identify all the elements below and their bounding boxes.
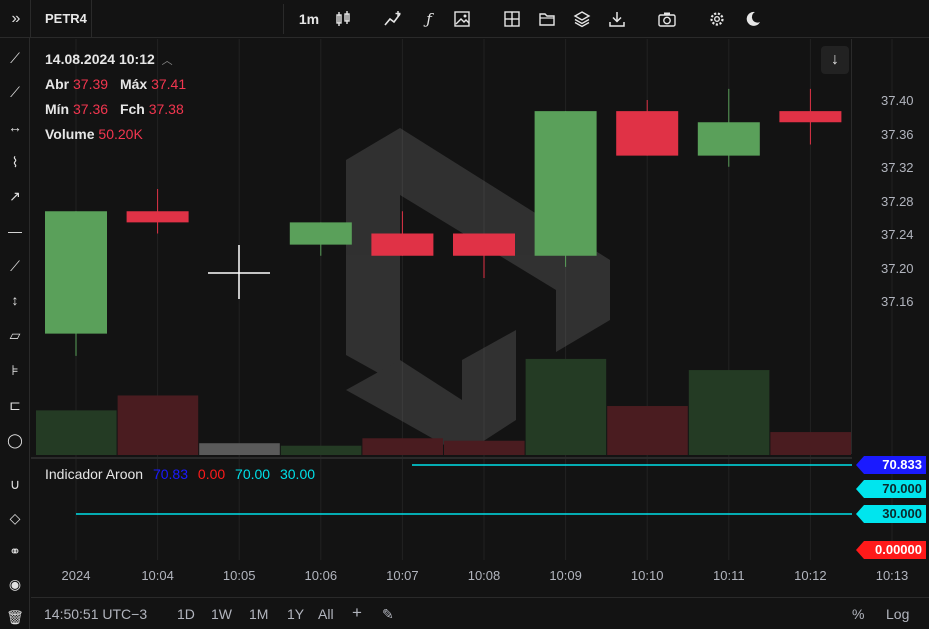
legend-volume: Volume 50.20K xyxy=(45,126,143,142)
candle-body xyxy=(126,211,189,223)
price-tick-label: 37.36 xyxy=(881,126,914,142)
price-tick-label: 37.32 xyxy=(881,160,914,175)
volume-label: Volume xyxy=(45,126,95,142)
indicator-name: Indicador Aroon xyxy=(45,466,144,482)
legend-ohlc-row1: Abr 37.39 Máx 37.41 xyxy=(45,76,186,92)
price-tick-label: 37.20 xyxy=(881,260,914,276)
arrow-down-icon: ↓ xyxy=(831,51,839,68)
aroon-down-tag: 0.00000 xyxy=(856,541,926,559)
range-1d[interactable]: 1D xyxy=(177,606,195,622)
bottom-toolbar: 14:50:51 UTC−3 1D 1W 1M 1Y All + ✎ % Log xyxy=(31,597,929,629)
aroon-level-low: 30.00 xyxy=(279,466,316,482)
candle-body xyxy=(371,233,434,256)
legend-datetime-text: 14.08.2024 10:12 xyxy=(45,51,155,67)
time-tick-label: 10:07 xyxy=(386,568,419,583)
volume-bar xyxy=(36,410,117,455)
candle-body xyxy=(453,233,515,256)
chevron-up-icon[interactable]: ︿ xyxy=(162,55,173,67)
time-tick-label: 10:08 xyxy=(467,568,501,583)
volume-bar xyxy=(444,440,525,455)
legend-datetime: 14.08.2024 10:12 ︿ xyxy=(45,51,173,68)
volume-bar xyxy=(607,406,688,455)
high-value: 37.41 xyxy=(151,76,187,92)
open-value: 37.39 xyxy=(73,76,109,92)
scroll-to-realtime-button[interactable]: ↓ xyxy=(821,46,849,74)
log-toggle[interactable]: Log xyxy=(886,606,909,622)
chart-canvas[interactable] xyxy=(0,0,929,629)
open-label: Abr xyxy=(45,76,70,92)
low-value: 37.36 xyxy=(73,101,109,117)
price-axis-divider xyxy=(851,39,852,454)
time-tick-label: 10:13 xyxy=(875,568,909,583)
volume-bar xyxy=(199,443,280,455)
price-tick-label: 37.24 xyxy=(881,227,914,242)
range-1w[interactable]: 1W xyxy=(211,606,232,622)
candle-body xyxy=(534,111,597,256)
range-1y[interactable]: 1Y xyxy=(287,606,304,622)
level-70-tag: 70.000 xyxy=(856,480,926,498)
volume-bar xyxy=(525,358,607,455)
volume-bar xyxy=(117,395,199,455)
clock[interactable]: 14:50:51 UTC−3 xyxy=(44,606,147,622)
volume-bar xyxy=(688,370,770,455)
add-range-button[interactable]: + xyxy=(352,603,362,623)
close-label: Fch xyxy=(119,101,145,117)
level-30-tag: 30.000 xyxy=(856,505,926,523)
time-tick-label: 10:04 xyxy=(141,568,174,583)
price-tick-label: 37.16 xyxy=(881,294,914,309)
volume-bar xyxy=(280,445,362,455)
high-label: Máx xyxy=(119,76,148,92)
volume-bar xyxy=(362,438,443,455)
time-tick-label: 2024 xyxy=(61,568,91,583)
pencil-icon[interactable]: ✎ xyxy=(382,606,394,623)
legend-ohlc-row2: Mín 37.36 Fch 37.38 xyxy=(45,101,184,117)
range-all[interactable]: All xyxy=(318,606,334,622)
time-tick-label: 10:11 xyxy=(713,568,745,583)
price-tick-label: 37.28 xyxy=(881,193,914,209)
price-tick-label: 37.40 xyxy=(881,93,914,108)
aroon-down-value: 0.00 xyxy=(197,466,226,482)
candle-body xyxy=(289,222,352,245)
volume-value: 50.20K xyxy=(98,126,143,142)
time-tick-label: 10:06 xyxy=(304,568,338,583)
time-tick-label: 10:05 xyxy=(222,568,256,583)
candle-body xyxy=(616,111,679,156)
candle-body xyxy=(45,211,107,334)
indicator-legend: Indicador Aroon 70.83 0.00 70.00 30.00 xyxy=(45,466,315,482)
aroon-up-value: 70.83 xyxy=(152,466,189,482)
percent-toggle[interactable]: % xyxy=(852,606,864,622)
aroon-level-high: 70.00 xyxy=(235,466,271,482)
volume-bar xyxy=(770,432,851,455)
time-tick-label: 10:10 xyxy=(630,568,664,583)
candle-body xyxy=(697,122,760,156)
close-value: 37.38 xyxy=(148,101,184,117)
range-1m[interactable]: 1M xyxy=(249,606,268,622)
time-tick-label: 10:09 xyxy=(549,568,582,583)
aroon-up-tag: 70.833 xyxy=(856,456,926,474)
time-tick-label: 10:12 xyxy=(794,568,827,583)
low-label: Mín xyxy=(45,101,70,117)
candle-body xyxy=(779,111,842,123)
